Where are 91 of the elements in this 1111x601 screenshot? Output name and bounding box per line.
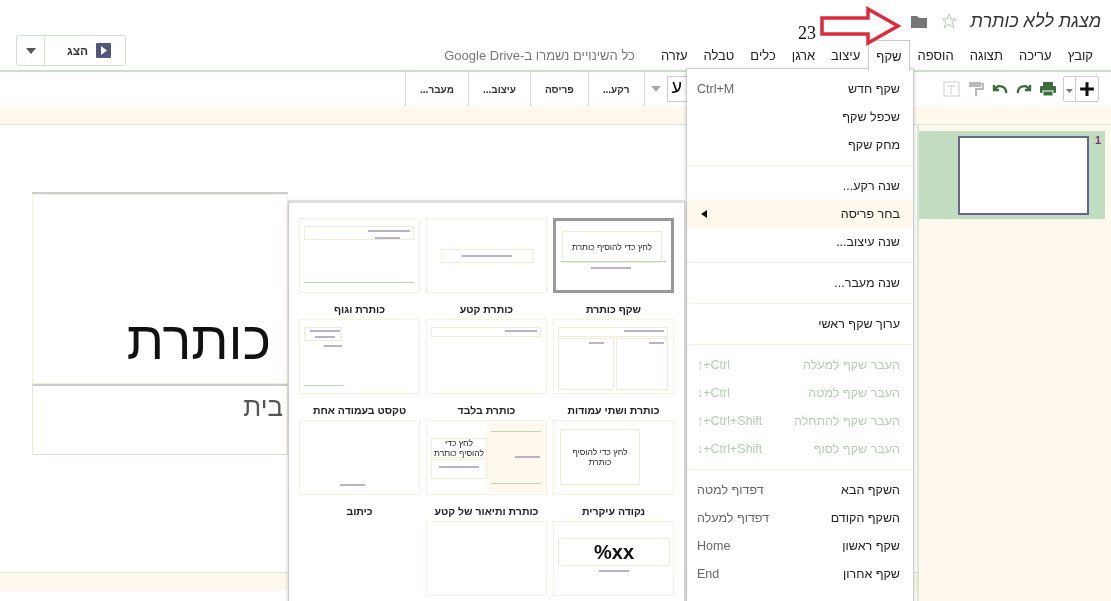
menu-item[interactable]: תצוגה (961, 40, 1011, 70)
layout-thumbnail[interactable] (299, 420, 420, 495)
text-line (589, 342, 604, 344)
placeholder-text: xx% (594, 540, 635, 564)
menu-item[interactable]: עריכה (1010, 40, 1060, 70)
paint-roller-icon[interactable] (967, 81, 985, 97)
layout-name: שקף כותרת (585, 303, 642, 315)
menu-item[interactable]: הוספה (909, 40, 962, 70)
text-line (340, 484, 365, 486)
text-line (515, 456, 540, 458)
menu-option[interactable]: שנה רקע... (687, 172, 913, 200)
shortcut-label: Ctrl+Shift+↑ (697, 414, 763, 428)
caret-icon (1066, 87, 1073, 94)
layout-name: כותרת ותיאור של קטע (434, 505, 539, 517)
slide-number: 1 (1094, 134, 1101, 148)
menu-item[interactable]: כלים (742, 40, 784, 70)
toolbar-button[interactable]: עיצוב... (474, 74, 524, 104)
placeholder-text: לחץ כדי להוסיף כותרת (571, 446, 629, 468)
subtitle-placeholder[interactable]: בית (32, 384, 288, 455)
star-icon[interactable] (940, 13, 957, 29)
menu-item[interactable]: עזרה (652, 40, 696, 70)
document-title[interactable]: מצגת ללא כותרת (970, 10, 1101, 32)
slide-thumbnail[interactable] (957, 136, 1089, 215)
play-icon (96, 43, 112, 58)
layout-thumbnail[interactable] (426, 319, 547, 394)
caret-icon (25, 47, 36, 54)
shortcut-label: Ctrl+M (697, 82, 735, 96)
layout-thumbnail[interactable] (426, 521, 547, 596)
shortcut-label: End (697, 567, 720, 581)
menu-item[interactable]: שקף (868, 40, 910, 71)
menu-option[interactable]: מחק שקף (687, 131, 913, 159)
menu-option[interactable]: ערוך שקף ראשי (687, 310, 913, 338)
layout-name: כותרת וגוף (333, 303, 386, 315)
text-line (375, 237, 400, 239)
menu-option[interactable]: השקף הקודם דפדוף למעלה (687, 504, 913, 532)
menu-item[interactable]: טבלה (695, 40, 743, 70)
menu-option[interactable]: שנה מעבר... (687, 269, 913, 297)
shortcut-label: Home (697, 539, 731, 553)
caret-icon[interactable] (650, 86, 661, 92)
text-line (505, 330, 537, 332)
layout-name: טקסט בעמודה אחת (312, 404, 407, 416)
layout-thumbnail[interactable] (426, 218, 547, 293)
placeholder-box (304, 327, 342, 341)
folder-icon[interactable] (910, 14, 927, 28)
layout-thumbnail[interactable]: לחץ כדי להוסיף כותרת (426, 420, 547, 495)
shortcut-label: דפדוף למעלה (697, 511, 770, 525)
layout-thumbnail[interactable]: לחץ כדי להוסיף כותרת (553, 218, 674, 293)
menu-item[interactable]: קובץ (1059, 40, 1101, 70)
text-line (599, 570, 629, 572)
layout-name: כותרת בלבד (457, 404, 516, 416)
text-line (439, 466, 479, 468)
text-line (368, 230, 410, 232)
layout-thumbnail[interactable] (299, 218, 420, 293)
text-box-icon[interactable] (943, 81, 961, 97)
toolbar-button[interactable]: מעבר... (412, 74, 462, 104)
layout-thumbnail[interactable]: xx% (553, 521, 674, 596)
text-line (462, 255, 512, 257)
text-line (315, 336, 335, 338)
layout-thumbnail[interactable]: לחץ כדי להוסיף כותרת (553, 420, 674, 495)
menu-option[interactable]: השקף הבא דפדוף למטה (687, 476, 913, 504)
placeholder-text: לחץ כדי להוסיף כותרת (433, 437, 485, 459)
dropdown-button[interactable] (17, 36, 45, 65)
text-line (591, 267, 631, 269)
toolbar-button[interactable]: פריסה (536, 74, 582, 104)
placeholder-box (431, 459, 487, 479)
text-line (324, 345, 342, 347)
text-line (310, 330, 340, 332)
shortcut-label: דפדוף למטה (697, 483, 764, 497)
side-panel (487, 424, 545, 492)
shortcut-label: Ctrl+↓ (697, 386, 730, 400)
layout-name: כותרת ושתי עמודות (567, 404, 660, 416)
menu-option[interactable]: שכפל שקף (687, 103, 913, 131)
layout-name: כותרת קטע (459, 303, 514, 315)
print-icon[interactable] (1039, 81, 1057, 97)
dropdown-button[interactable] (1064, 77, 1076, 101)
placeholder-text: לחץ כדי להוסיף כותרת (571, 241, 653, 253)
save-status: כל השינויים נשמרו ב-Google Drive (444, 46, 636, 65)
shortcut-label: Ctrl+↑ (697, 358, 730, 372)
menu-item[interactable]: עיצוב (823, 40, 869, 70)
layout-name: כיתוב (346, 505, 373, 517)
menu-option[interactable]: בחר פריסה (687, 200, 913, 228)
toolbar-button[interactable]: רקע... (594, 74, 638, 104)
shortcut-label: Ctrl+Shift+↓ (697, 442, 763, 456)
menu-option[interactable]: שנה עיצוב... (687, 228, 913, 256)
layout-name: נקודה עיקרית (581, 505, 646, 517)
layout-thumbnail[interactable] (299, 319, 420, 394)
slide-thumbnail-row[interactable]: 1 (919, 131, 1105, 219)
title-placeholder[interactable]: כותרת (32, 194, 288, 384)
layout-thumbnail[interactable] (553, 319, 674, 394)
text-line (624, 330, 664, 332)
text-line (649, 342, 664, 344)
